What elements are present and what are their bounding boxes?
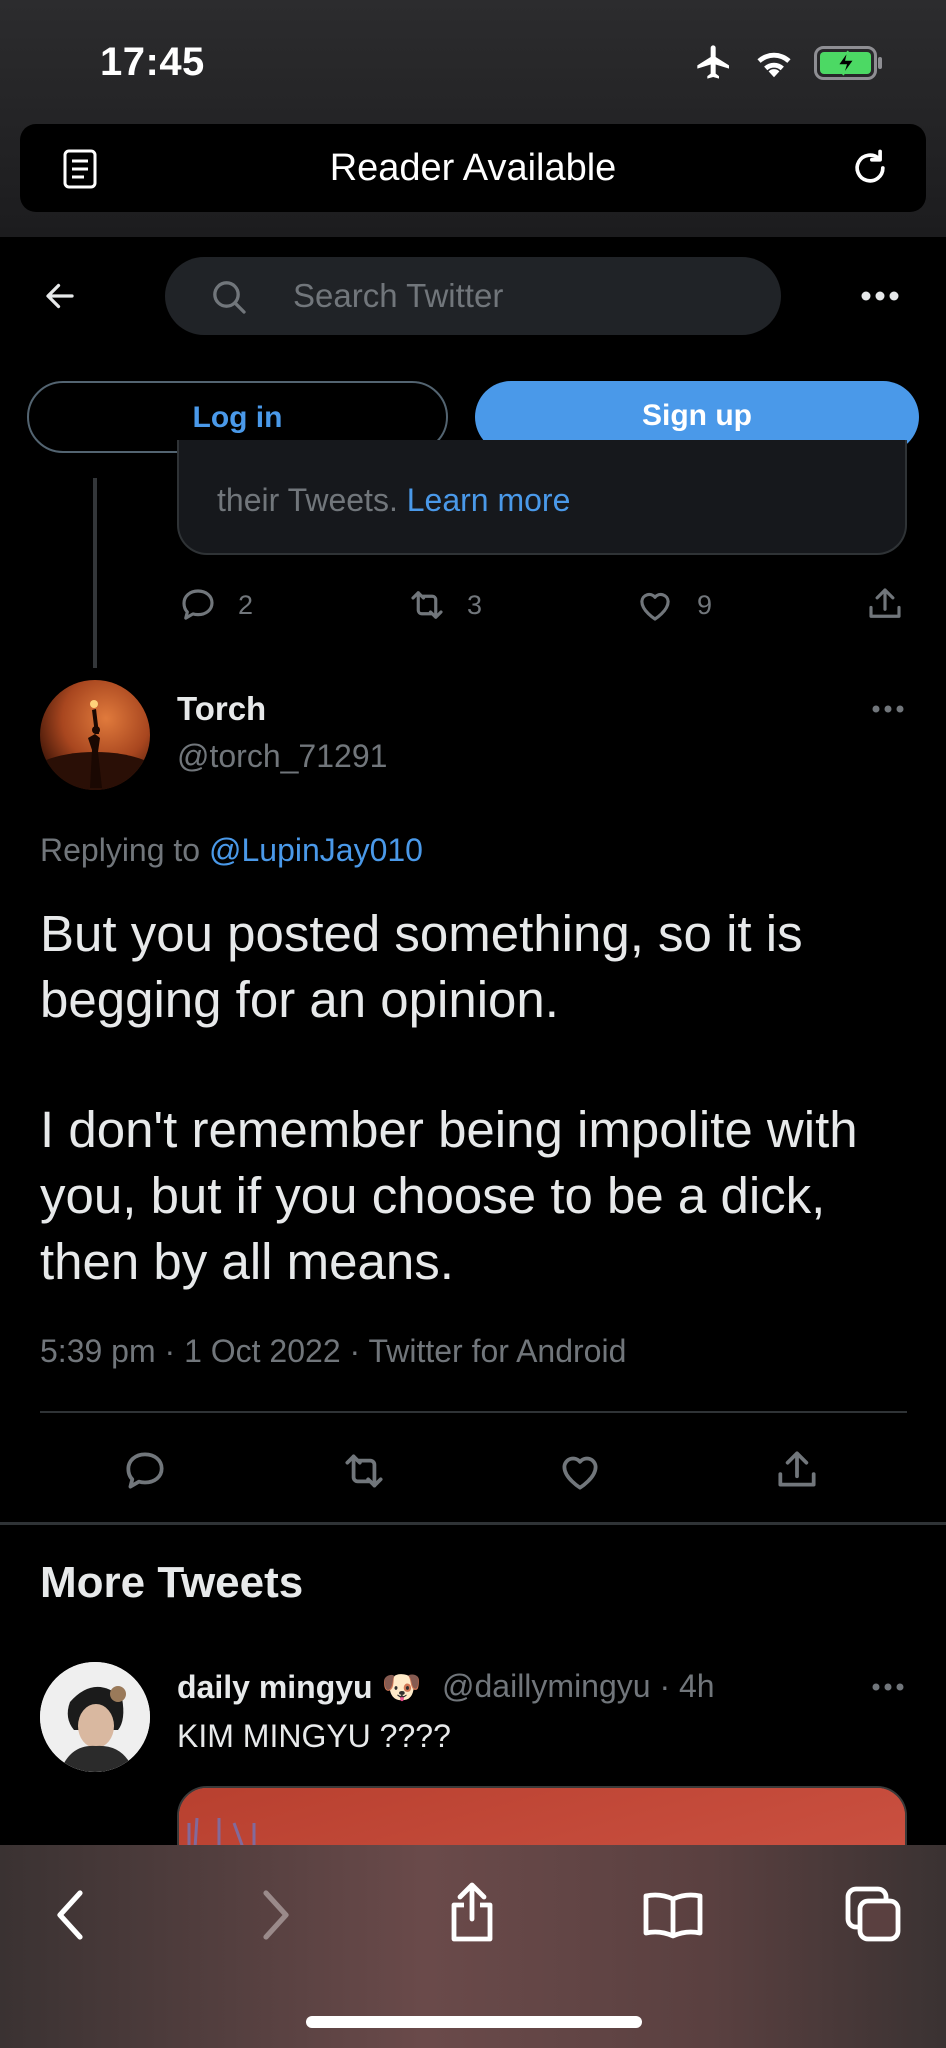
thread-line <box>93 478 97 668</box>
tweet-more-icon[interactable] <box>870 702 906 716</box>
battery-charging-icon <box>814 46 884 80</box>
learn-more-link[interactable]: Learn more <box>407 482 571 518</box>
tweet-body-line: begging for an opinion. <box>40 971 559 1028</box>
avatar[interactable] <box>40 680 150 790</box>
author-handle[interactable]: @torch_71291 <box>177 738 387 775</box>
tweet-more-icon[interactable] <box>870 1680 906 1694</box>
reader-bar[interactable]: Reader Available <box>20 124 926 212</box>
replying-to-link[interactable]: @LupinJay010 <box>209 832 423 868</box>
tabs-icon[interactable] <box>844 1885 902 1943</box>
more-options-icon[interactable] <box>858 288 902 304</box>
airplane-icon <box>692 42 736 82</box>
share-icon[interactable] <box>864 582 906 626</box>
tweet-body-line: then by all means. <box>40 1233 454 1290</box>
reply-icon[interactable] <box>120 1446 170 1496</box>
wifi-icon <box>752 44 796 80</box>
tweet-body-line: I don't remember being impolite with <box>40 1101 858 1158</box>
dog-emoji: 🐶 <box>381 1669 422 1705</box>
person-photo-icon <box>40 1662 150 1772</box>
author-name[interactable]: daily mingyu <box>177 1669 373 1705</box>
notice-text: their Tweets. <box>217 482 398 518</box>
forward-icon[interactable] <box>258 1887 294 1943</box>
browser-top-chrome: 17:45 Reader Available <box>0 0 946 237</box>
retweet-count: 3 <box>467 590 483 620</box>
retweet-icon[interactable] <box>338 1446 390 1496</box>
home-indicator[interactable] <box>306 2016 642 2028</box>
tweet-body-line: you, but if you choose to be a dick, <box>40 1167 826 1224</box>
bookmarks-icon[interactable] <box>642 1891 704 1939</box>
more-tweets-heading: More Tweets <box>40 1558 304 1607</box>
notice-card: their Tweets. Learn more <box>177 440 907 555</box>
replying-prefix: Replying to <box>40 832 201 868</box>
status-time: 17:45 <box>100 40 205 84</box>
reply-icon[interactable] <box>177 584 219 626</box>
search-icon <box>209 277 249 317</box>
like-count: 9 <box>697 590 713 620</box>
share-icon[interactable] <box>446 1881 498 1943</box>
search-input[interactable]: Search Twitter <box>165 257 781 335</box>
back-arrow-icon[interactable] <box>40 278 80 314</box>
reply-count: 2 <box>238 590 254 620</box>
back-icon[interactable] <box>52 1887 88 1943</box>
avatar[interactable] <box>40 1662 150 1772</box>
reload-icon[interactable] <box>848 146 892 190</box>
tweet-meta[interactable]: 5:39 pm · 1 Oct 2022 · Twitter for Andro… <box>40 1333 626 1370</box>
tweet-body-line: But you posted something, so it is <box>40 905 803 962</box>
tweet-text: KIM MINGYU ???? <box>177 1718 451 1754</box>
like-icon[interactable] <box>634 584 676 626</box>
author-name[interactable]: Torch <box>177 690 266 728</box>
like-icon[interactable] <box>555 1446 605 1496</box>
divider <box>0 1522 946 1525</box>
share-icon[interactable] <box>772 1444 822 1496</box>
reader-icon[interactable] <box>62 148 98 190</box>
author-handle[interactable]: @daillymingyu · 4h <box>442 1668 715 1705</box>
retweet-icon[interactable] <box>405 584 449 626</box>
search-placeholder: Search Twitter <box>293 277 504 314</box>
divider <box>40 1411 907 1413</box>
torch-figure-icon <box>40 700 150 790</box>
reader-label: Reader Available <box>329 147 617 189</box>
